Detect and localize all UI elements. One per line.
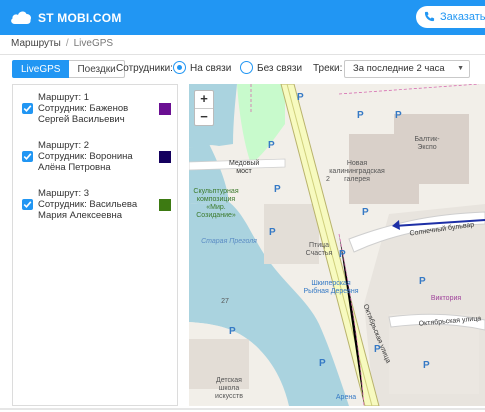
- parking-icon: P: [362, 207, 369, 218]
- breadcrumb-separator: /: [65, 38, 69, 49]
- route-item[interactable]: Маршрут: 1 Сотрудник: Баженов Сергей Вас…: [13, 89, 179, 133]
- zoom-in-button[interactable]: +: [195, 91, 213, 109]
- map-label-gallery: Новая калининградская галерея: [329, 160, 385, 183]
- route-checkbox[interactable]: [22, 151, 33, 162]
- map-label-arena: Арена: [335, 394, 357, 401]
- map-label-victoria: Виктория: [430, 295, 462, 302]
- check-icon: [23, 153, 32, 160]
- route-checkbox[interactable]: [22, 103, 33, 114]
- route-text: Маршрут: 1 Сотрудник: Баженов Сергей Вас…: [38, 92, 128, 125]
- map-label-number: 2: [326, 176, 330, 183]
- route-text: Маршрут: 2 Сотрудник: Воронина Алёна Пет…: [38, 140, 133, 173]
- map-label-school: Детская школа искусств: [215, 377, 243, 400]
- parking-icon: P: [274, 184, 281, 195]
- breadcrumb-root[interactable]: Маршруты: [11, 38, 61, 49]
- tracks-select[interactable]: За последние 2 часа ▼: [344, 60, 470, 78]
- tracks-label: Треки:: [313, 63, 343, 74]
- parking-icon: P: [319, 358, 326, 369]
- route-number: Маршрут: 2: [38, 140, 90, 151]
- tracks-select-value: За последние 2 часа: [353, 63, 445, 74]
- routes-panel: Маршрут: 1 Сотрудник: Баженов Сергей Вас…: [12, 84, 178, 406]
- view-tabs: LiveGPS Поездки: [12, 60, 125, 78]
- order-call-label: Заказать звонок: [440, 11, 485, 23]
- map-label-expo: Балтик-Экспо: [414, 136, 440, 151]
- route-employee-name: Мария Алексеевна: [38, 210, 122, 221]
- radio-offline-label[interactable]: Без связи: [257, 63, 302, 74]
- route-employee: Сотрудник: Васильева: [38, 199, 138, 210]
- parking-icon: P: [268, 140, 275, 151]
- parking-icon: P: [419, 276, 426, 287]
- parking-icon: P: [357, 110, 364, 121]
- route-employee-name: Алёна Петровна: [38, 162, 111, 173]
- parking-icon: P: [423, 360, 430, 371]
- check-icon: [23, 105, 32, 112]
- footer-divider: [0, 408, 485, 410]
- map-label-bridge: Медовый мост: [229, 160, 260, 175]
- parking-icon: P: [269, 227, 276, 238]
- zoom-out-button[interactable]: −: [195, 109, 213, 126]
- order-call-button[interactable]: Заказать звонок: [416, 6, 485, 28]
- cloud-icon: [11, 11, 32, 24]
- map-label-fishvillage: Шкиперская Рыбная Деревня: [303, 280, 359, 295]
- radio-offline[interactable]: [240, 61, 253, 74]
- route-number: Маршрут: 1: [38, 92, 90, 103]
- breadcrumb-current: LiveGPS: [73, 38, 114, 49]
- check-icon: [23, 201, 32, 208]
- route-employee-name: Сергей Васильевич: [38, 114, 125, 125]
- route-checkbox[interactable]: [22, 199, 33, 210]
- route-color-swatch[interactable]: [159, 151, 171, 163]
- tab-livegps[interactable]: LiveGPS: [12, 60, 70, 78]
- route-text: Маршрут: 3 Сотрудник: Васильева Мария Ал…: [38, 188, 137, 221]
- radio-online[interactable]: [173, 61, 186, 74]
- map-label-bird: Птица Счастья: [305, 242, 333, 257]
- parking-icon: P: [297, 92, 304, 103]
- route-employee: Сотрудник: Баженов: [38, 103, 129, 114]
- route-employee: Сотрудник: Воронина: [38, 151, 133, 162]
- parking-icon: P: [229, 326, 236, 337]
- route-item[interactable]: Маршрут: 3 Сотрудник: Васильева Мария Ал…: [13, 185, 179, 229]
- parking-icon: P: [395, 110, 402, 121]
- parking-icon: P: [339, 249, 346, 260]
- chevron-down-icon: ▼: [457, 65, 464, 72]
- employees-label: Сотрудники:: [116, 63, 173, 74]
- brand-name[interactable]: ST MOBI.COM: [38, 11, 122, 25]
- route-color-swatch[interactable]: [159, 199, 171, 211]
- parking-icon: P: [374, 344, 381, 355]
- route-item[interactable]: Маршрут: 2 Сотрудник: Воронина Алёна Пет…: [13, 137, 179, 181]
- route-color-swatch[interactable]: [159, 103, 171, 115]
- map-zoom-control: + −: [194, 90, 214, 126]
- radio-online-label[interactable]: На связи: [190, 63, 231, 74]
- top-bar: ST MOBI.COM Заказать звонок: [0, 0, 485, 35]
- route-number: Маршрут: 3: [38, 188, 90, 199]
- header-divider: [0, 54, 485, 55]
- map-label-monument: Скульптурная композиция «Мир. Созидание»: [193, 188, 239, 219]
- map-label-river: Старая Преголя: [201, 238, 257, 245]
- phone-icon: [424, 11, 435, 22]
- map-view[interactable]: Медовый мост Скульптурная композиция «Ми…: [189, 84, 485, 406]
- map-label-number: 27: [221, 298, 229, 305]
- breadcrumb: Маршруты / LiveGPS: [11, 38, 113, 49]
